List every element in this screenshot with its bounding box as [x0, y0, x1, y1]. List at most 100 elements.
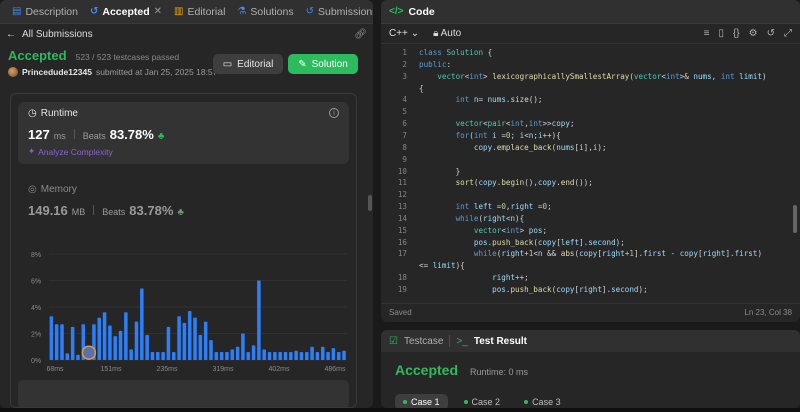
distribution-bar[interactable]	[187, 310, 192, 360]
format-icon[interactable]: ≡	[704, 28, 710, 39]
tab-test-result[interactable]: Test Result	[474, 336, 527, 347]
code-line[interactable]: 2 public:	[381, 60, 791, 69]
distribution-bar[interactable]	[230, 349, 235, 360]
distribution-bar[interactable]	[145, 334, 149, 360]
distribution-bar[interactable]	[267, 352, 272, 360]
code-line[interactable]: 5	[381, 107, 791, 116]
code-line[interactable]: 3 vector<int> lexicographicallySmallestA…	[381, 72, 791, 81]
distribution-bar[interactable]	[241, 333, 245, 361]
code-line[interactable]: {	[381, 84, 791, 93]
username[interactable]: Princedude12345	[22, 67, 92, 77]
code-line[interactable]: 12	[381, 190, 791, 199]
code-line[interactable]: 17 while(right+1<n && abs(copy[right+1].…	[381, 249, 791, 258]
distribution-bar[interactable]	[289, 352, 293, 360]
distribution-bar[interactable]	[257, 280, 261, 361]
distribution-bar[interactable]	[134, 321, 139, 360]
distribution-bar[interactable]	[326, 352, 330, 360]
distribution-bar[interactable]	[209, 340, 213, 360]
solution-button[interactable]: ✎ Solution	[288, 54, 358, 74]
distribution-bar[interactable]	[70, 326, 75, 360]
memory-box[interactable]: ◎ Memory 149.16 MB Beats 83.78% ♣	[18, 178, 349, 228]
code-line[interactable]: 4 int n= nums.size();	[381, 95, 791, 104]
code-line[interactable]: 9	[381, 155, 791, 164]
distribution-bar[interactable]	[320, 346, 325, 360]
distribution-bar[interactable]	[97, 317, 102, 360]
code-line[interactable]: 10 }	[381, 167, 791, 176]
distribution-bar[interactable]	[278, 352, 282, 360]
distribution-bar[interactable]	[54, 324, 59, 360]
distribution-bar[interactable]	[108, 325, 112, 360]
distribution-bar[interactable]	[171, 352, 176, 360]
your-submission-marker[interactable]	[81, 345, 97, 360]
distribution-bar[interactable]	[262, 349, 266, 360]
tab-submissions[interactable]: ↺ Submissions	[300, 0, 373, 24]
distribution-bar[interactable]	[299, 352, 304, 360]
distribution-bar[interactable]	[251, 345, 256, 360]
distribution-bar[interactable]	[140, 288, 144, 360]
distribution-bar[interactable]	[76, 354, 80, 360]
scrollbar[interactable]	[793, 205, 797, 233]
code-line[interactable]: 14 while(right<n){	[381, 214, 791, 223]
distribution-bar[interactable]	[283, 352, 288, 360]
code-line[interactable]: 6 vector<pair<int,int>>copy;	[381, 119, 791, 128]
distribution-bar[interactable]	[49, 316, 54, 360]
tab-editorial[interactable]: ▥ Editorial	[168, 0, 231, 24]
distribution-bar[interactable]	[118, 330, 123, 360]
scrollbar[interactable]	[368, 195, 372, 211]
distribution-bar[interactable]	[124, 312, 128, 360]
distribution-bar[interactable]	[113, 336, 117, 360]
distribution-bar[interactable]	[166, 326, 171, 360]
distribution-bar[interactable]	[203, 321, 208, 360]
code-line[interactable]: 7 for(int i =0; i<n;i++){	[381, 131, 791, 140]
code-editor[interactable]: 1 class Solution { 2 public: 3 vector<int> l…	[381, 46, 791, 298]
editorial-button[interactable]: ▭ Editorial	[213, 54, 283, 74]
code-line[interactable]: 16 pos.push_back(copy[left].second);	[381, 238, 791, 247]
tab-description[interactable]: ▤ Description	[6, 0, 84, 24]
distribution-bar[interactable]	[331, 348, 336, 360]
language-select[interactable]: C++ ⌄	[389, 28, 419, 39]
distribution-bar[interactable]	[294, 350, 298, 360]
case-tab[interactable]: Case 3	[516, 394, 569, 408]
runtime-box[interactable]: ◷ Runtime i 127 ms Beats 83.78% ♣ ✦ Anal…	[18, 102, 349, 164]
settings-icon[interactable]: ⚙	[749, 28, 758, 39]
distribution-bar[interactable]	[150, 352, 155, 360]
code-line[interactable]: 19 pos.push_back(copy[right].second);	[381, 285, 791, 294]
distribution-bar[interactable]	[342, 350, 346, 360]
code-line[interactable]: 18 right++;	[381, 273, 791, 282]
distribution-bar[interactable]	[336, 352, 341, 360]
bookmark-icon[interactable]: ▯	[718, 28, 724, 39]
distribution-bar[interactable]	[273, 352, 277, 360]
code-line[interactable]: 13 int left =0,right =0;	[381, 202, 791, 211]
distribution-bar[interactable]	[219, 352, 224, 360]
distribution-bar[interactable]	[182, 322, 187, 360]
distribution-bar[interactable]	[198, 334, 203, 360]
tab-accepted[interactable]: ↺ Accepted ✕	[84, 0, 168, 24]
info-icon[interactable]: i	[329, 108, 339, 118]
back-to-submissions[interactable]: ← All Submissions	[6, 29, 93, 40]
distribution-bar[interactable]	[102, 312, 107, 360]
auto-mode[interactable]: 🔒︎ Auto	[433, 28, 461, 39]
close-icon[interactable]: ✕	[154, 6, 162, 17]
distribution-bar[interactable]	[65, 353, 70, 360]
tab-testcase[interactable]: Testcase	[404, 336, 443, 347]
braces-icon[interactable]: {}	[733, 28, 740, 39]
distribution-bar[interactable]	[129, 349, 133, 360]
code-line[interactable]: 15 vector<int> pos;	[381, 226, 791, 235]
distribution-bar[interactable]	[60, 324, 64, 360]
distribution-bar[interactable]	[214, 352, 219, 360]
code-line[interactable]: 1 class Solution {	[381, 48, 791, 57]
distribution-bar[interactable]	[310, 346, 314, 360]
case-tab[interactable]: Case 2	[456, 394, 509, 408]
link-icon[interactable]: 🔗︎	[354, 29, 367, 40]
runtime-distribution-chart[interactable]: 0% 2% 4% 6% 8% 68ms 151ms 235ms 319ms 402ms 486ms	[29, 246, 349, 374]
distribution-bar[interactable]	[225, 352, 229, 360]
code-line[interactable]: <= limit){	[381, 261, 791, 270]
distribution-bar[interactable]	[235, 346, 240, 360]
distribution-bar[interactable]	[156, 352, 160, 360]
analyze-complexity-link[interactable]: ✦ Analyze Complexity	[28, 146, 339, 157]
distribution-bar[interactable]	[177, 316, 181, 360]
reset-icon[interactable]: ↺	[767, 28, 775, 39]
distribution-bar[interactable]	[161, 352, 165, 360]
distribution-bar[interactable]	[193, 317, 197, 360]
code-tab-title[interactable]: Code	[408, 6, 434, 18]
